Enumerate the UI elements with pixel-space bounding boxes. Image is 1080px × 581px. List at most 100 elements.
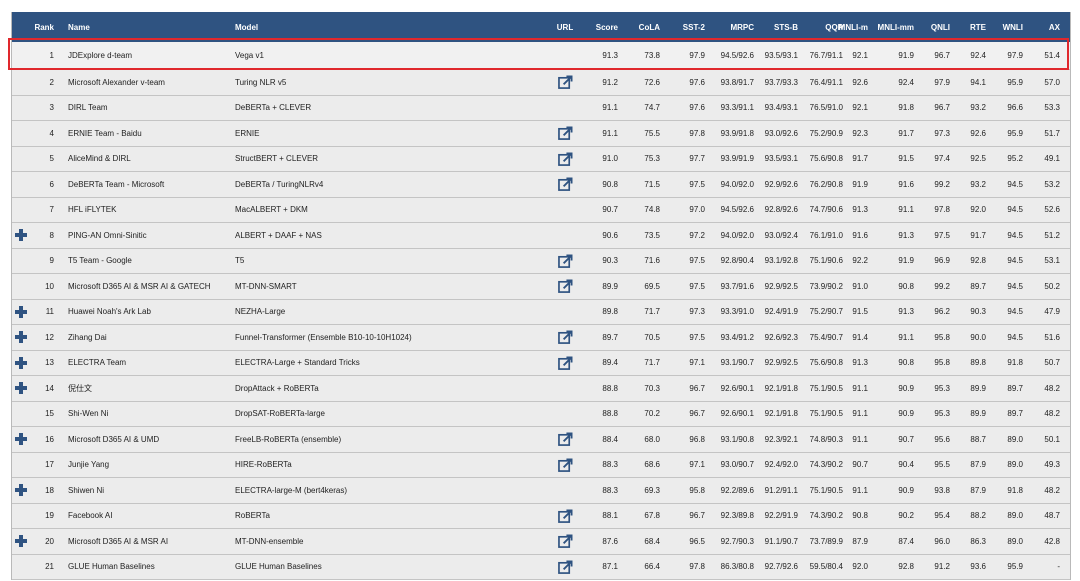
cell-url[interactable] <box>547 121 583 146</box>
cell-qqp: 75.2/90.7 <box>809 307 843 317</box>
external-link-icon[interactable] <box>557 152 573 166</box>
cell-mnlimm: 91.1 <box>898 205 914 215</box>
expand-plus-icon[interactable] <box>15 229 27 242</box>
cell-name: 倪仕文 <box>68 383 92 393</box>
table-row: 12 Zihang Dai Funnel-Transformer (Ensemble… <box>12 325 1070 351</box>
table-row: 13 ELECTRA Team ELECTRA-Large + Standard T… <box>12 350 1070 376</box>
expand-plus-icon[interactable] <box>15 484 27 497</box>
header-rte[interactable]: RTE <box>960 12 986 42</box>
header-model[interactable]: Model <box>235 12 535 42</box>
cell-url[interactable] <box>547 325 583 350</box>
header-rank[interactable]: Rank <box>34 12 54 42</box>
cell-url[interactable] <box>547 529 583 554</box>
expand-plus-icon[interactable] <box>15 305 27 318</box>
expand-plus-icon[interactable] <box>15 331 27 344</box>
cell-cola: 70.2 <box>644 409 660 419</box>
cell-rank: 15 <box>45 409 54 419</box>
header-url[interactable]: URL <box>547 12 583 42</box>
external-link-icon[interactable] <box>557 254 573 268</box>
cell-cola: 70.5 <box>644 332 660 342</box>
cell-stsb: 92.4/91.9 <box>764 307 798 317</box>
external-link-icon[interactable] <box>557 126 573 141</box>
cell-mrpc: 93.3/91.0 <box>720 307 754 317</box>
header-qnli[interactable]: QNLI <box>924 12 950 42</box>
cell-qnli: 97.5 <box>934 230 950 240</box>
cell-model: Vega v1 <box>235 51 264 60</box>
table-row: 4 ERNIE Team - Baidu ERNIE 91.1 75.5 97.8 93.9… <box>12 121 1070 147</box>
cell-wnli: 95.2 <box>1007 154 1023 164</box>
cell-name: Junjie Yang <box>68 460 110 470</box>
cell-url[interactable] <box>547 504 583 529</box>
expand-plus-icon[interactable] <box>15 535 27 548</box>
cell-url[interactable] <box>547 70 583 95</box>
cell-score: 88.4 <box>602 434 618 444</box>
cell-score: 90.7 <box>602 205 618 215</box>
cell-url[interactable] <box>547 555 583 580</box>
cell-mnlim: 91.6 <box>852 230 868 240</box>
header-wnli[interactable]: WNLI <box>997 12 1023 42</box>
header-mnlim[interactable]: MNLI-m <box>838 12 868 42</box>
cell-rte: 86.3 <box>970 536 986 546</box>
table-row: 17 Junjie Yang HIRE-RoBERTa 88.3 68.6 97.1 93.… <box>12 452 1070 478</box>
cell-rank: 10 <box>45 281 54 291</box>
external-link-icon[interactable] <box>557 75 573 90</box>
expand-plus-icon[interactable] <box>15 382 27 395</box>
cell-score: 91.0 <box>602 154 618 164</box>
header-sst2[interactable]: SST-2 <box>673 12 705 42</box>
cell-qnli: 96.7 <box>934 103 950 113</box>
header-qqp[interactable]: QQP <box>801 12 843 42</box>
table-row: 16 Microsoft D365 AI & UMD FreeLB-RoBERTa … <box>12 427 1070 453</box>
table-row: 2 Microsoft Alexander v-team Turing NLR v5… <box>12 70 1070 96</box>
cell-url[interactable] <box>547 249 583 274</box>
table-header: Rank Name Model URL Score CoLA SST-2 MRPC STS-B Q… <box>12 12 1070 42</box>
cell-wnli: 95.9 <box>1007 562 1023 572</box>
cell-mnlimm: 91.8 <box>898 103 914 113</box>
cell-name: Shi-Wen Ni <box>68 409 109 419</box>
external-link-icon[interactable] <box>557 458 573 472</box>
cell-rank: 16 <box>45 434 54 444</box>
header-mnlimm[interactable]: MNLI-mm <box>876 12 914 42</box>
cell-rte: 88.7 <box>970 434 986 444</box>
cell-stsb: 91.2/91.1 <box>764 485 798 495</box>
cell-url <box>547 198 583 223</box>
cell-model: DropAttack + RoBERTa <box>235 383 319 393</box>
expand-plus-icon[interactable] <box>15 356 27 369</box>
external-link-icon[interactable] <box>557 177 573 192</box>
cell-url[interactable] <box>547 427 583 452</box>
table-row: 9 T5 Team - Google T5 90.3 71.6 97.5 92.8/90.4… <box>12 248 1070 274</box>
header-mrpc[interactable]: MRPC <box>704 12 754 42</box>
cell-url[interactable] <box>547 453 583 478</box>
table-row: 7 HFL iFLYTEK MacALBERT + DKM 90.7 74.8 97.0 9… <box>12 197 1070 223</box>
header-score[interactable]: Score <box>590 12 618 42</box>
header-stsb[interactable]: STS-B <box>752 12 798 42</box>
external-link-icon[interactable] <box>557 356 573 370</box>
external-link-icon[interactable] <box>557 432 573 447</box>
cell-rte: 93.2 <box>970 179 986 189</box>
cell-cola: 73.8 <box>644 51 660 60</box>
cell-wnli: 89.0 <box>1007 460 1023 470</box>
cell-model: ALBERT + DAAF + NAS <box>235 230 322 240</box>
cell-url[interactable] <box>547 172 583 197</box>
cell-stsb: 91.1/90.7 <box>764 536 798 546</box>
cell-qnli: 95.8 <box>934 358 950 368</box>
external-link-icon[interactable] <box>557 509 573 523</box>
external-link-icon[interactable] <box>557 330 573 345</box>
cell-cola: 73.5 <box>644 230 660 240</box>
header-ax[interactable]: AX <box>1038 12 1060 42</box>
cell-url[interactable] <box>547 351 583 376</box>
external-link-icon[interactable] <box>557 279 573 294</box>
cell-stsb: 93.0/92.6 <box>764 128 798 138</box>
header-cola[interactable]: CoLA <box>634 12 660 42</box>
cell-name: Shiwen Ni <box>68 485 105 495</box>
cell-mrpc: 93.4/91.2 <box>720 332 754 342</box>
cell-url[interactable] <box>547 274 583 299</box>
external-link-icon[interactable] <box>557 560 573 574</box>
cell-cola: 74.8 <box>644 205 660 215</box>
cell-sst2: 97.7 <box>689 154 705 164</box>
external-link-icon[interactable] <box>557 534 573 549</box>
cell-mnlim: 91.3 <box>852 358 868 368</box>
cell-url[interactable] <box>547 147 583 172</box>
cell-rank: 1 <box>49 51 54 60</box>
header-name[interactable]: Name <box>68 12 228 42</box>
expand-plus-icon[interactable] <box>15 433 27 446</box>
